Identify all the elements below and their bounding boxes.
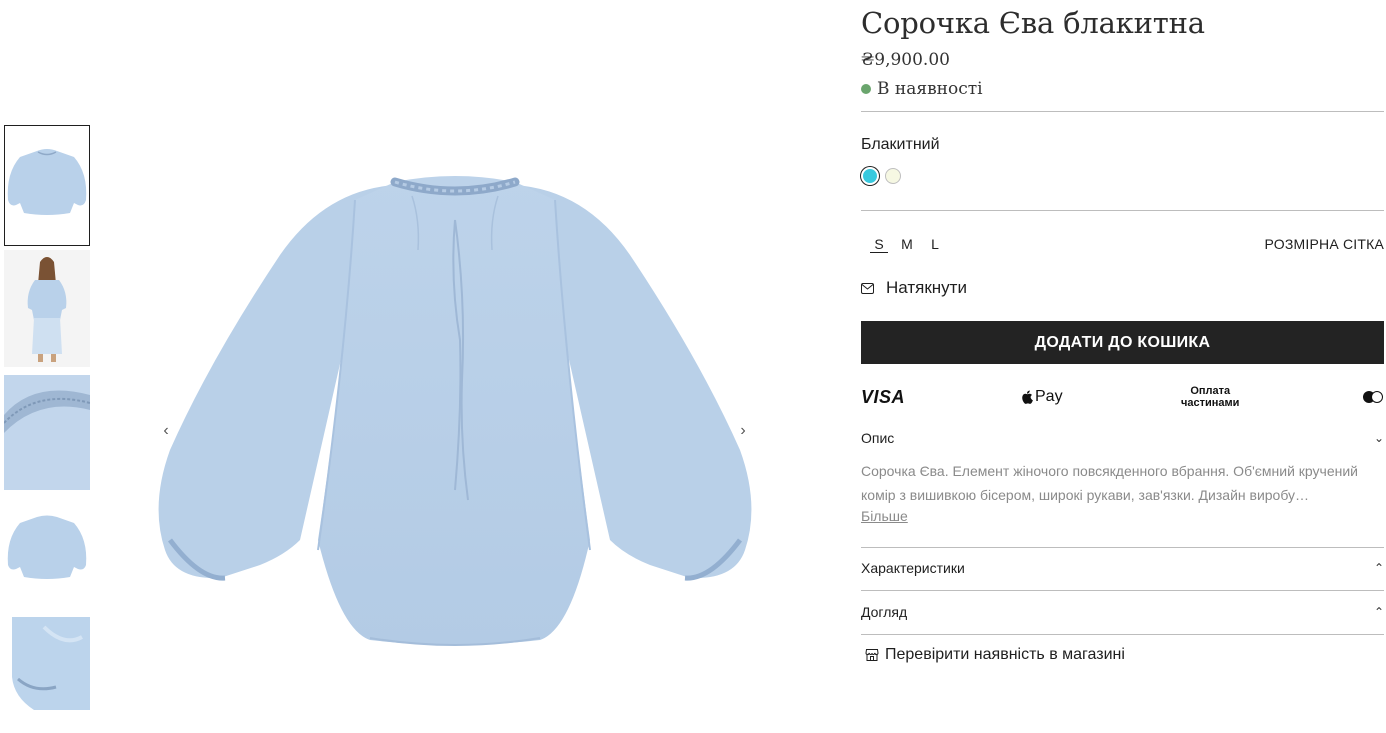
swatch-cream[interactable]: [885, 168, 901, 184]
read-more-link[interactable]: Більше: [861, 508, 908, 524]
size-guide-link[interactable]: РОЗМІРНА СІТКА: [1265, 236, 1384, 252]
divider: [861, 547, 1384, 548]
swatch-blue[interactable]: [861, 167, 879, 185]
thumb-blouse-back[interactable]: [4, 497, 90, 584]
color-swatches: [861, 167, 901, 185]
collar-thumbnail-image: [4, 375, 90, 490]
description-text: Сорочка Єва. Елемент жіночого повсякденн…: [861, 463, 1358, 503]
accordion-description-title: Опис: [861, 430, 895, 446]
add-to-cart-button[interactable]: ДОДАТИ ДО КОШИКА: [861, 321, 1384, 364]
gallery-prev-button[interactable]: ‹: [156, 420, 176, 442]
installments-line-1: Оплата: [1190, 385, 1231, 397]
visa-logo: VISA: [861, 386, 906, 407]
chevron-left-icon: ‹: [163, 422, 169, 439]
size-selector: S M L: [865, 234, 949, 254]
stock-status: В наявності: [861, 79, 983, 99]
main-product-image: [150, 160, 760, 680]
chevron-down-icon: ⌄: [1373, 431, 1384, 445]
product-title: Сорочка Єва блакитна: [861, 6, 1205, 40]
store-icon: [865, 649, 879, 661]
apple-icon: [1022, 390, 1033, 404]
check-store-label: Перевірити наявність в магазині: [885, 646, 1125, 663]
size-m-label: M: [901, 236, 913, 252]
color-label: Блакитний: [861, 136, 940, 153]
divider: [861, 590, 1384, 591]
installments-logo: Оплата частинами: [1181, 383, 1239, 411]
thumb-blouse-front[interactable]: [4, 125, 90, 246]
divider: [861, 634, 1384, 635]
apple-pay-label: Pay: [1035, 388, 1063, 405]
stock-indicator-dot: [861, 84, 871, 94]
notify-button[interactable]: Натякнути: [861, 278, 967, 298]
chevron-up-icon: ⌃: [1373, 561, 1384, 575]
accordion-care-title: Догляд: [861, 604, 908, 620]
size-option-m[interactable]: M: [893, 234, 921, 254]
thumb-sleeve-detail[interactable]: [4, 617, 90, 710]
chevron-right-icon: ›: [740, 422, 746, 439]
payment-methods: VISA Pay Оплата частинами: [861, 383, 1384, 411]
size-option-l[interactable]: L: [921, 234, 949, 254]
envelope-icon: [861, 282, 874, 294]
product-price: ₴9,900.00: [861, 50, 950, 70]
sleeve-thumbnail-image: [4, 617, 90, 710]
accordion-specs-title: Характеристики: [861, 560, 965, 576]
blouse-image: [158, 176, 752, 646]
installments-line-2: частинами: [1181, 397, 1240, 409]
thumb-model-full[interactable]: [4, 250, 90, 367]
chevron-up-icon: ⌃: [1373, 605, 1384, 619]
model-thumbnail-image: [4, 250, 90, 367]
size-option-s[interactable]: S: [865, 234, 893, 254]
mastercard-icon: [1363, 391, 1383, 403]
accordion-description-header[interactable]: Опис ⌄: [861, 430, 1384, 446]
accordion-specs-header[interactable]: Характеристики ⌃: [861, 560, 1384, 576]
check-store-availability-link[interactable]: Перевірити наявність в магазині: [865, 646, 1125, 664]
size-l-label: L: [931, 236, 939, 252]
accordion-care-header[interactable]: Догляд ⌃: [861, 604, 1384, 620]
apple-pay-logo: Pay: [1021, 383, 1063, 411]
gallery-next-button[interactable]: ›: [733, 420, 753, 442]
blouse-back-thumbnail-image: [4, 497, 90, 584]
mastercard-logo: [1362, 383, 1384, 411]
size-s-label: S: [870, 236, 888, 253]
blouse-thumbnail-image: [4, 125, 90, 246]
notify-label: Натякнути: [886, 278, 967, 297]
divider: [861, 111, 1384, 112]
thumb-collar-detail[interactable]: [4, 375, 90, 490]
stock-status-label: В наявності: [877, 79, 983, 99]
divider: [861, 210, 1384, 211]
